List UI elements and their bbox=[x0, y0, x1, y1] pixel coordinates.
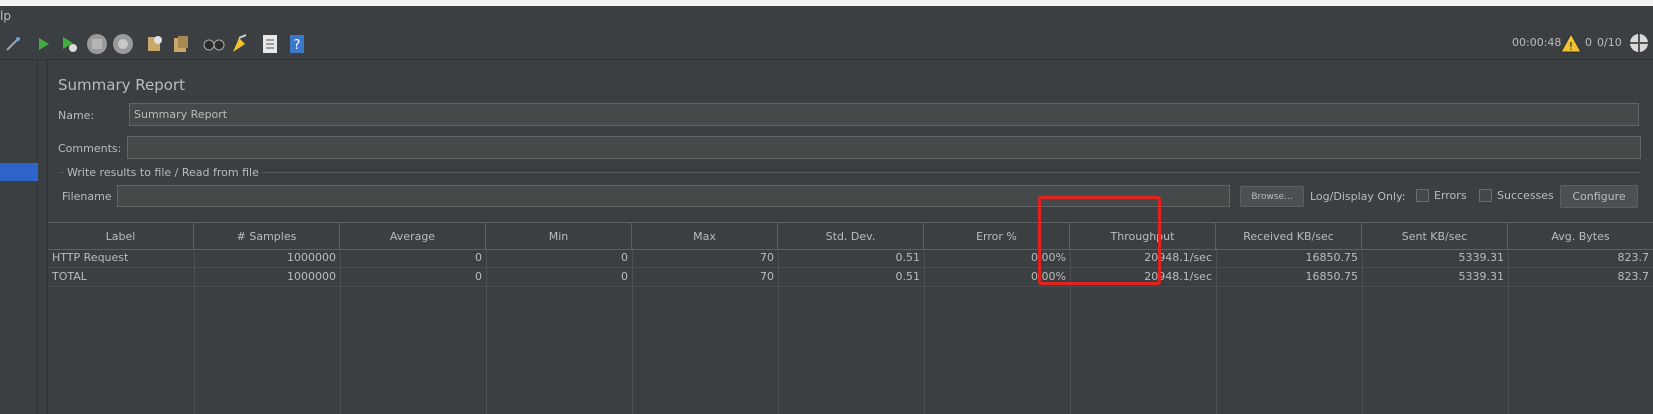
warning-count: 0 bbox=[1585, 36, 1592, 49]
cell-average: 0 bbox=[475, 270, 482, 283]
file-group-border bbox=[60, 172, 1640, 173]
cell-avg-bytes: 823.7 bbox=[1617, 251, 1650, 264]
cell-std-dev: 0.51 bbox=[895, 270, 921, 283]
test-plan-tree bbox=[0, 60, 38, 414]
column-header-samples[interactable]: # Samples bbox=[194, 223, 340, 249]
cell-received: 16850.75 bbox=[1305, 270, 1359, 283]
errors-checkbox[interactable] bbox=[1416, 189, 1429, 202]
shutdown-icon[interactable] bbox=[112, 33, 134, 55]
successes-checkbox[interactable] bbox=[1479, 189, 1492, 202]
cell-max: 70 bbox=[760, 251, 774, 264]
cell-min: 0 bbox=[621, 270, 628, 283]
table-header: Label # Samples Average Min Max Std. Dev… bbox=[48, 222, 1653, 250]
column-header-label[interactable]: Label bbox=[48, 223, 194, 249]
configure-button[interactable]: Configure bbox=[1560, 185, 1638, 208]
cell-received: 16850.75 bbox=[1305, 251, 1359, 264]
remote-globe-icon[interactable] bbox=[1628, 32, 1650, 54]
cell-label: HTTP Request bbox=[52, 251, 129, 264]
start-icon[interactable] bbox=[32, 33, 54, 55]
cell-sent: 5339.31 bbox=[1458, 251, 1505, 264]
cell-sent: 5339.31 bbox=[1458, 270, 1505, 283]
wand-icon[interactable] bbox=[2, 33, 24, 55]
cell-avg-bytes: 823.7 bbox=[1617, 270, 1650, 283]
column-header-average[interactable]: Average bbox=[340, 223, 486, 249]
clear-all-icon[interactable] bbox=[170, 33, 192, 55]
help-icon[interactable]: ? bbox=[286, 33, 308, 55]
file-group-label: Write results to file / Read from file bbox=[64, 166, 262, 179]
name-label: Name: bbox=[58, 109, 95, 122]
cell-max: 70 bbox=[760, 270, 774, 283]
browse-button[interactable]: Browse... bbox=[1240, 186, 1304, 207]
comments-label: Comments: bbox=[58, 142, 122, 155]
column-header-received[interactable]: Received KB/sec bbox=[1216, 223, 1362, 249]
reset-search-icon[interactable] bbox=[228, 33, 250, 55]
column-header-avg-bytes[interactable]: Avg. Bytes bbox=[1508, 223, 1653, 249]
cell-label: TOTAL bbox=[52, 270, 87, 283]
clear-icon[interactable] bbox=[143, 33, 165, 55]
search-icon[interactable] bbox=[203, 33, 225, 55]
menu-bar: lp bbox=[0, 6, 1653, 28]
cell-std-dev: 0.51 bbox=[895, 251, 921, 264]
thread-count: 0/10 bbox=[1597, 36, 1622, 49]
cell-samples: 1000000 bbox=[287, 270, 336, 283]
summary-table: Label # Samples Average Min Max Std. Dev… bbox=[48, 222, 1653, 414]
stop-icon[interactable] bbox=[86, 33, 108, 55]
successes-label: Successes bbox=[1497, 189, 1554, 202]
selected-tree-node[interactable] bbox=[0, 163, 38, 181]
errors-label: Errors bbox=[1434, 189, 1467, 202]
svg-text:?: ? bbox=[294, 38, 301, 53]
page-title: Summary Report bbox=[58, 76, 185, 94]
comments-field[interactable] bbox=[127, 136, 1641, 159]
start-no-pauses-icon[interactable] bbox=[58, 33, 80, 55]
log-display-label: Log/Display Only: bbox=[1310, 190, 1406, 203]
column-header-min[interactable]: Min bbox=[486, 223, 632, 249]
table-row[interactable]: TOTAL 1000000 0 0 70 0.51 0.00% 20948.1/… bbox=[48, 267, 1653, 287]
name-field[interactable] bbox=[129, 103, 1639, 126]
cell-min: 0 bbox=[621, 251, 628, 264]
elapsed-timer: 00:00:48 bbox=[1512, 36, 1562, 49]
warning-icon[interactable]: ! bbox=[1560, 32, 1582, 54]
table-row[interactable]: HTTP Request 1000000 0 0 70 0.51 0.00% 2… bbox=[48, 248, 1653, 268]
svg-text:!: ! bbox=[1569, 40, 1573, 53]
split-pane-divider[interactable] bbox=[38, 60, 48, 414]
toolbar: ? 00:00:48 ! 0 0/10 bbox=[0, 28, 1653, 60]
column-header-std-dev[interactable]: Std. Dev. bbox=[778, 223, 924, 249]
cell-average: 0 bbox=[475, 251, 482, 264]
cell-samples: 1000000 bbox=[287, 251, 336, 264]
throughput-highlight-box bbox=[1038, 196, 1161, 285]
menu-help[interactable]: lp bbox=[0, 9, 11, 23]
filename-label: Filename bbox=[62, 190, 112, 203]
function-helper-icon[interactable] bbox=[259, 33, 281, 55]
column-header-max[interactable]: Max bbox=[632, 223, 778, 249]
column-header-sent[interactable]: Sent KB/sec bbox=[1362, 223, 1508, 249]
